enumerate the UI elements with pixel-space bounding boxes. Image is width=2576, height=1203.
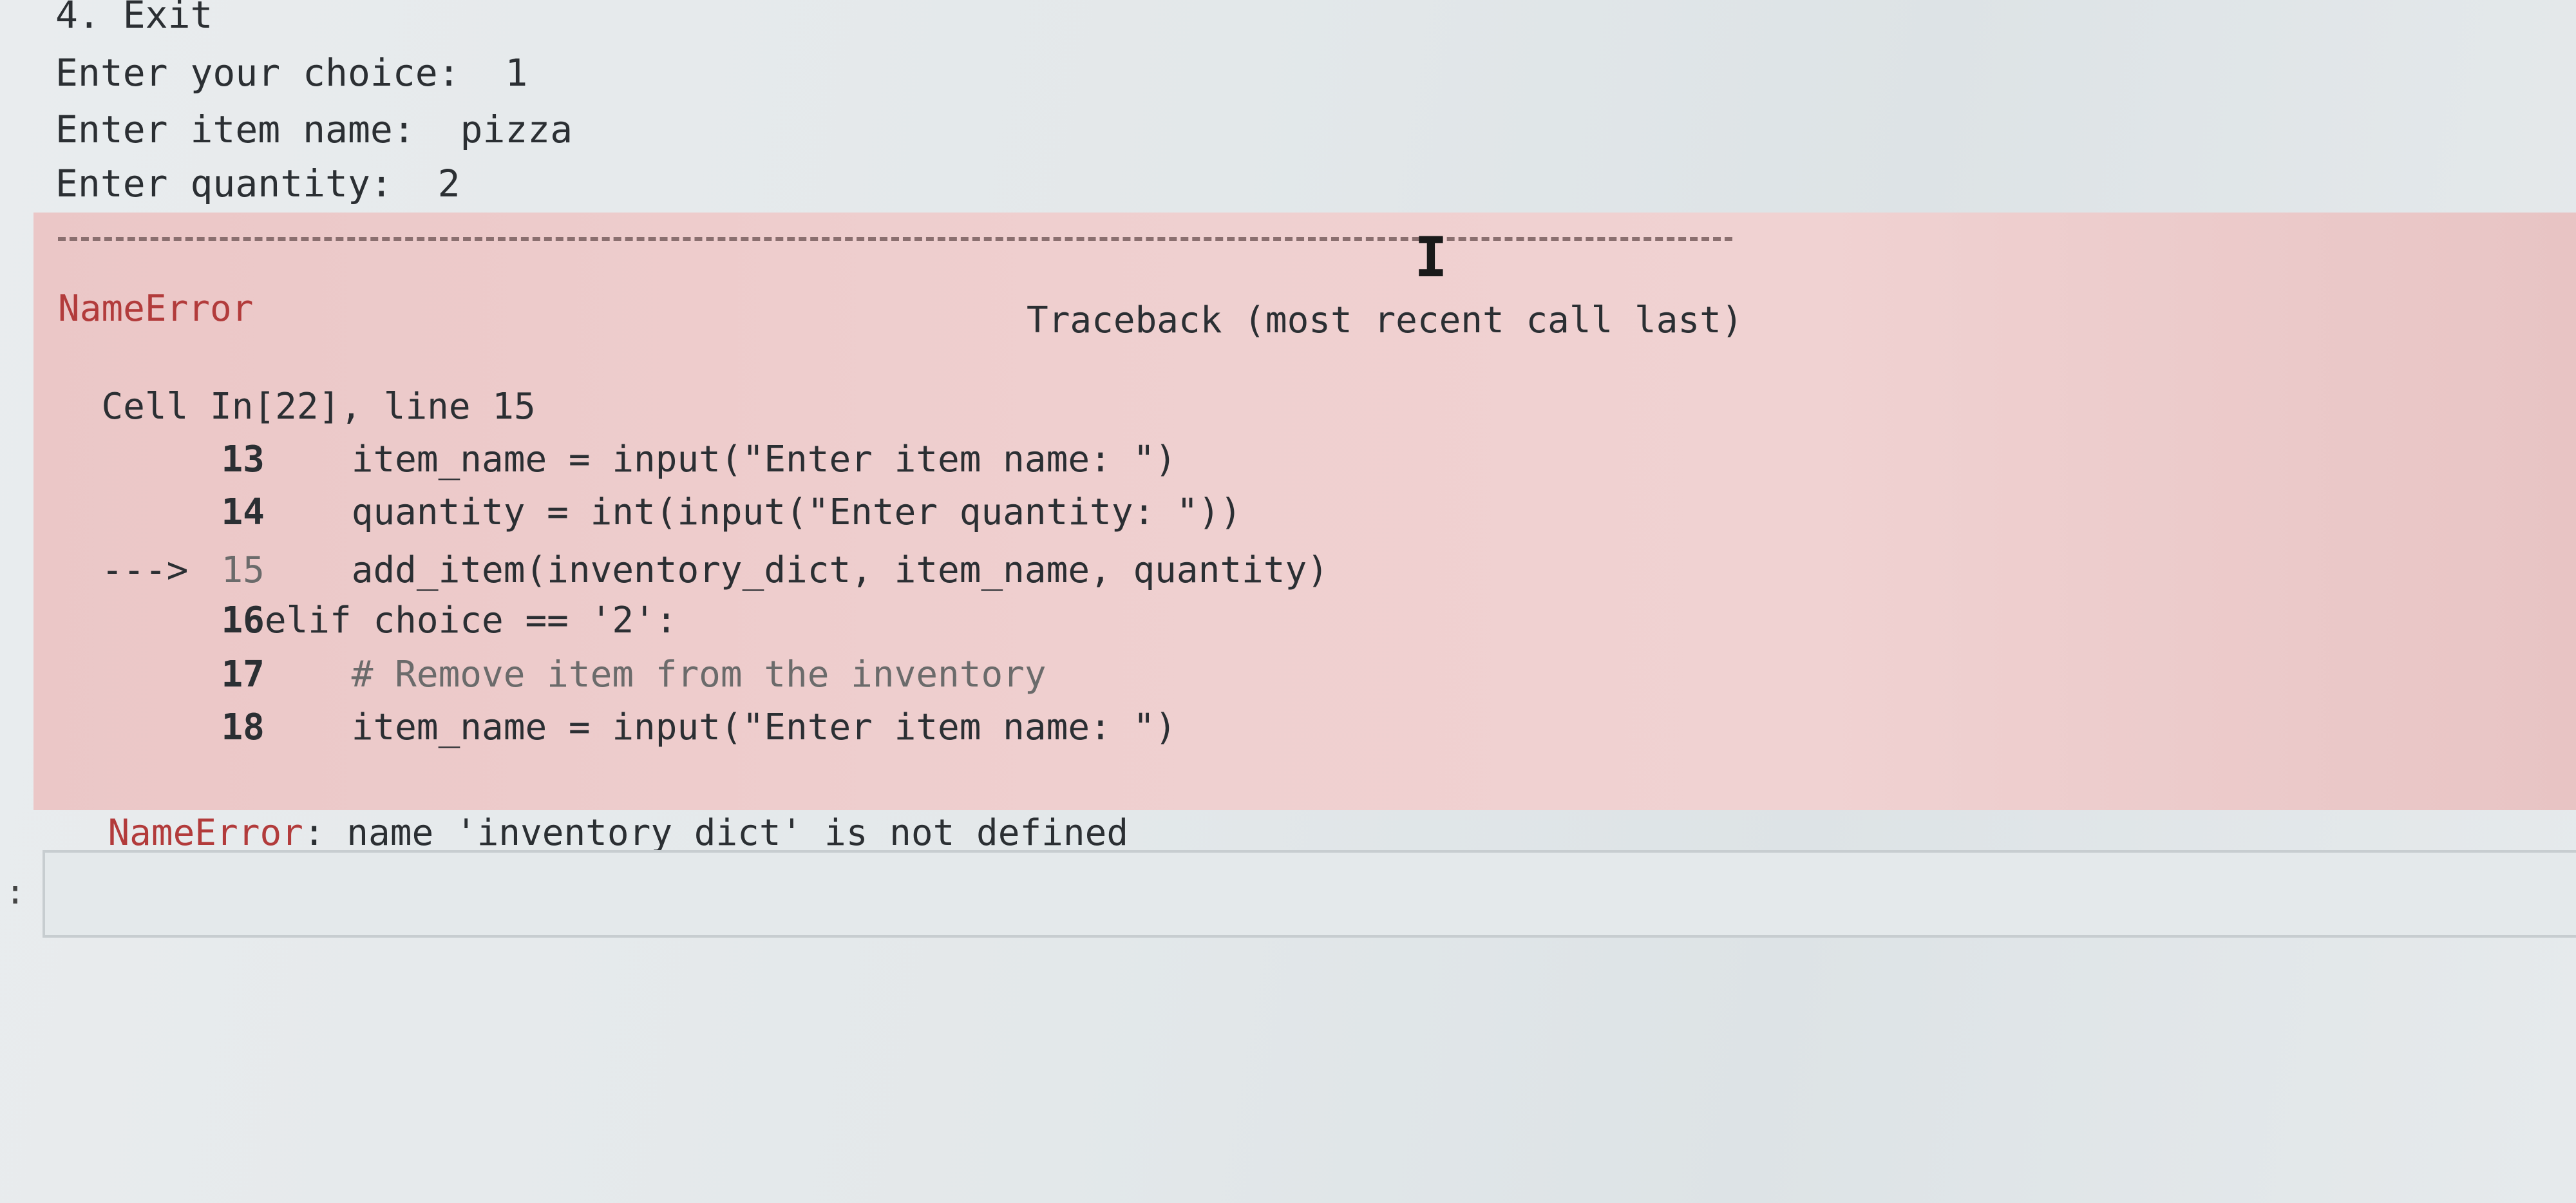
output-quantity-prompt: Enter quantity: 2 <box>55 162 460 205</box>
traceback-code-line: 18 item_name = input("Enter item name: "… <box>58 662 1177 750</box>
line-number: 18 <box>221 706 265 748</box>
output-menu-exit: 4. Exit <box>55 0 213 37</box>
output-choice-prompt: Enter your choice: 1 <box>55 51 528 95</box>
final-error-type: NameError <box>108 812 303 854</box>
traceback-separator <box>58 237 1732 241</box>
input-cell-prompt: : <box>5 873 26 912</box>
text-cursor-icon: I <box>1414 225 1448 290</box>
output-item-prompt: Enter item name: pizza <box>55 108 573 151</box>
line-code: item_name = input("Enter item name: ") <box>264 706 1177 748</box>
final-error-message: NameError: name 'inventory_dict' is not … <box>64 768 1128 855</box>
traceback-header: Traceback (most recent call last) <box>1027 299 1743 341</box>
code-input-cell[interactable] <box>43 850 2576 938</box>
traceback-error-type: NameError <box>58 288 254 330</box>
final-error-text: : name 'inventory_dict' is not defined <box>303 812 1129 854</box>
